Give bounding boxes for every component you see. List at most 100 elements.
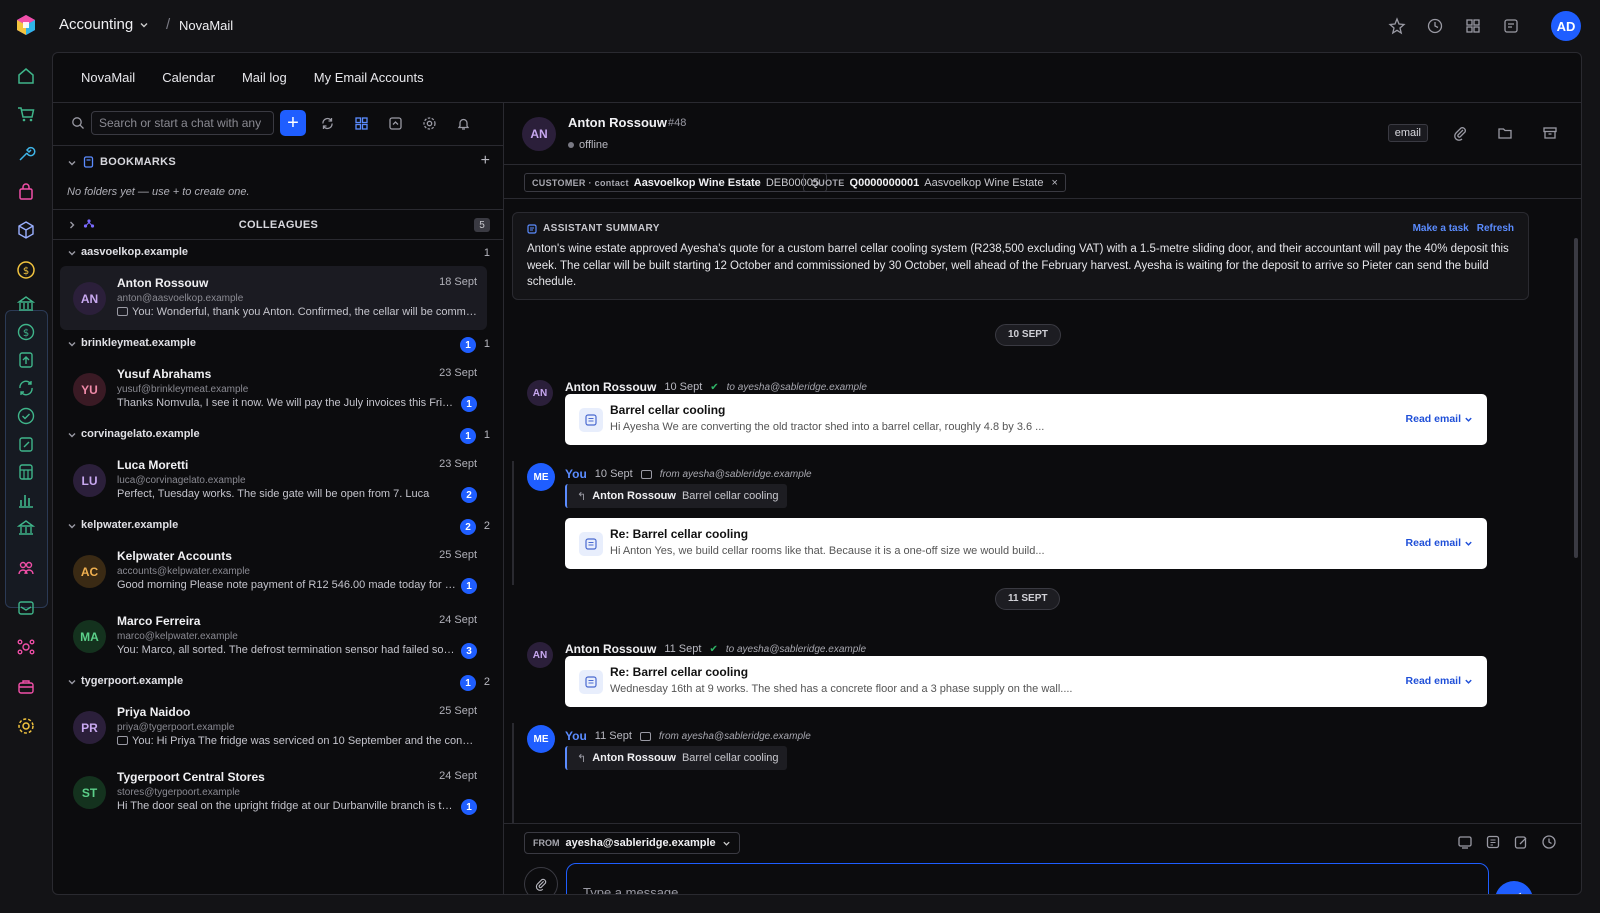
contact-name[interactable]: Anton Rossouw	[568, 115, 667, 130]
domain-group-header[interactable]: brinkleymeat.example 1 1	[53, 335, 504, 353]
home-icon[interactable]	[16, 66, 36, 86]
star-icon[interactable]	[1388, 17, 1406, 35]
sender-avatar[interactable]: AN	[527, 642, 553, 668]
from-account-select[interactable]: FROM ayesha@sableridge.example	[524, 832, 740, 854]
institution-icon[interactable]	[16, 518, 36, 538]
refresh-cycle-icon[interactable]	[16, 378, 36, 398]
refresh-summary-link[interactable]: Refresh	[1477, 223, 1514, 234]
settings-gear-icon[interactable]	[16, 716, 36, 736]
conversation-item[interactable]: AC Kelpwater Accounts 25 Sept accounts@kelp…	[60, 539, 487, 603]
domain-name: kelpwater.example	[81, 519, 179, 531]
dollar-icon[interactable]: $	[16, 322, 36, 342]
wrench-icon[interactable]	[16, 144, 36, 164]
package-icon[interactable]	[16, 220, 36, 240]
mail-icon[interactable]	[16, 598, 36, 618]
unread-badge: 3	[461, 643, 477, 659]
domain-group-header[interactable]: tygerpoort.example 1 2	[53, 673, 504, 691]
tab-mail-log[interactable]: Mail log	[242, 70, 287, 85]
user-avatar[interactable]: AD	[1551, 11, 1581, 41]
scrollbar[interactable]	[1573, 238, 1579, 558]
check-circle-icon[interactable]	[16, 406, 36, 426]
grid-view-icon[interactable]	[350, 112, 372, 134]
app-switcher[interactable]: Accounting	[59, 16, 149, 33]
read-email-button[interactable]: Read email	[1406, 413, 1473, 425]
bank-icon[interactable]	[16, 294, 36, 314]
new-chat-button[interactable]: +	[280, 110, 306, 136]
attach-button[interactable]	[524, 867, 558, 894]
integrations-icon[interactable]	[16, 637, 36, 657]
dollar-circle-icon[interactable]: $	[16, 260, 36, 280]
tab-novamail[interactable]: NovaMail	[81, 70, 135, 85]
sender-name: You	[565, 467, 587, 481]
add-folder-button[interactable]: +	[481, 152, 490, 170]
bookmarks-header[interactable]: BOOKMARKS +	[53, 148, 504, 176]
tab-my-email-accounts[interactable]: My Email Accounts	[314, 70, 424, 85]
notes-icon[interactable]	[1502, 17, 1520, 35]
email-card[interactable]: Re: Barrel cellar cooling Wednesday 16th …	[565, 656, 1487, 707]
settings-icon[interactable]	[418, 112, 440, 134]
message-date: 11 Sept	[594, 730, 632, 742]
send-icon	[1518, 892, 1522, 894]
read-email-label: Read email	[1405, 413, 1461, 425]
schedule-icon[interactable]	[1541, 834, 1557, 850]
group-unread-badge: 1	[460, 428, 476, 444]
collapse-icon[interactable]	[384, 112, 406, 134]
email-card[interactable]: Re: Barrel cellar cooling Hi Anton Yes, w…	[565, 518, 1487, 569]
conversation-item[interactable]: YU Yusuf Abrahams 23 Sept yusuf@brinkleymea…	[60, 357, 487, 421]
read-email-button[interactable]: Read email	[1406, 537, 1473, 549]
people-icon[interactable]	[16, 558, 36, 578]
apps-icon[interactable]	[1464, 17, 1482, 35]
reply-quote[interactable]: ↰ Anton Rossouw Barrel cellar cooling	[565, 746, 787, 770]
briefcase-icon[interactable]	[16, 676, 36, 696]
domain-group-header[interactable]: aasvoelkop.example 1	[53, 244, 504, 262]
history-icon[interactable]	[1426, 17, 1444, 35]
colleagues-count: 5	[474, 218, 490, 232]
archive-icon[interactable]	[1542, 125, 1558, 141]
breadcrumb-page[interactable]: NovaMail	[179, 18, 233, 33]
bar-chart-icon[interactable]	[16, 490, 36, 510]
customer-chip[interactable]: CUSTOMER · contact Aasvoelkop Wine Estat…	[524, 173, 828, 192]
reply-quote[interactable]: ↰ Anton Rossouw Barrel cellar cooling	[565, 484, 787, 508]
conversation-item[interactable]: ST Tygerpoort Central Stores 24 Sept stores…	[60, 760, 487, 824]
notification-bell-icon[interactable]	[452, 112, 474, 134]
message-input[interactable]	[566, 863, 1489, 894]
ai-assist-icon[interactable]	[1485, 834, 1501, 850]
contact-email: stores@tygerpoort.example	[117, 787, 240, 798]
shopping-bag-icon[interactable]	[16, 182, 36, 202]
customer-name: Aasvoelkop Wine Estate	[633, 176, 761, 189]
edit-doc-icon[interactable]	[16, 434, 36, 454]
domain-group-header[interactable]: corvinagelato.example 1 1	[53, 426, 504, 444]
conversation-item[interactable]: MA Marco Ferreira 24 Sept marco@kelpwater.e…	[60, 604, 487, 668]
my-avatar[interactable]: ME	[527, 463, 555, 491]
compose-edit-icon[interactable]	[1513, 834, 1529, 850]
quote-chip[interactable]: QUOTE Q0000000001 Aasvoelkop Wine Estate…	[803, 173, 1066, 192]
svg-text:$: $	[23, 266, 29, 277]
folder-icon[interactable]	[1497, 125, 1513, 141]
file-upload-icon[interactable]	[16, 350, 36, 370]
app-logo-icon[interactable]	[15, 14, 37, 36]
tab-calendar[interactable]: Calendar	[162, 70, 215, 85]
email-snippet: Hi Anton Yes, we build cellar rooms like…	[610, 545, 1045, 557]
sender-name: Anton Rossouw	[565, 642, 657, 656]
template-icon[interactable]	[1457, 834, 1473, 850]
refresh-icon[interactable]	[316, 112, 338, 134]
read-email-button[interactable]: Read email	[1406, 675, 1473, 687]
domain-group-header[interactable]: kelpwater.example 2 2	[53, 517, 504, 535]
contact-avatar[interactable]: AN	[522, 117, 556, 151]
conversation-item[interactable]: PR Priya Naidoo 25 Sept priya@tygerpoort.ex…	[60, 695, 487, 759]
sender-avatar[interactable]: AN	[527, 380, 553, 406]
email-card[interactable]: Barrel cellar cooling Hi Ayesha We are co…	[565, 394, 1487, 445]
conversation-item[interactable]: LU Luca Moretti 23 Sept luca@corvinagelato.…	[60, 448, 487, 512]
colleagues-title: COLLEAGUES	[238, 219, 319, 231]
calculator-icon[interactable]	[16, 462, 36, 482]
conversation-item[interactable]: AN Anton Rossouw 18 Sept anton@aasvoelkop.e…	[60, 266, 487, 330]
my-avatar[interactable]: ME	[527, 725, 555, 753]
make-task-link[interactable]: Make a task	[1413, 223, 1469, 234]
remove-quote-button[interactable]: ×	[1051, 177, 1057, 189]
cart-icon[interactable]	[16, 104, 36, 124]
conversation-number: #48	[668, 117, 687, 129]
colleagues-header[interactable]: COLLEAGUES 5	[53, 209, 504, 240]
message-date: 10 Sept	[594, 468, 633, 480]
paperclip-icon[interactable]	[1452, 125, 1468, 141]
search-input[interactable]	[91, 111, 274, 135]
